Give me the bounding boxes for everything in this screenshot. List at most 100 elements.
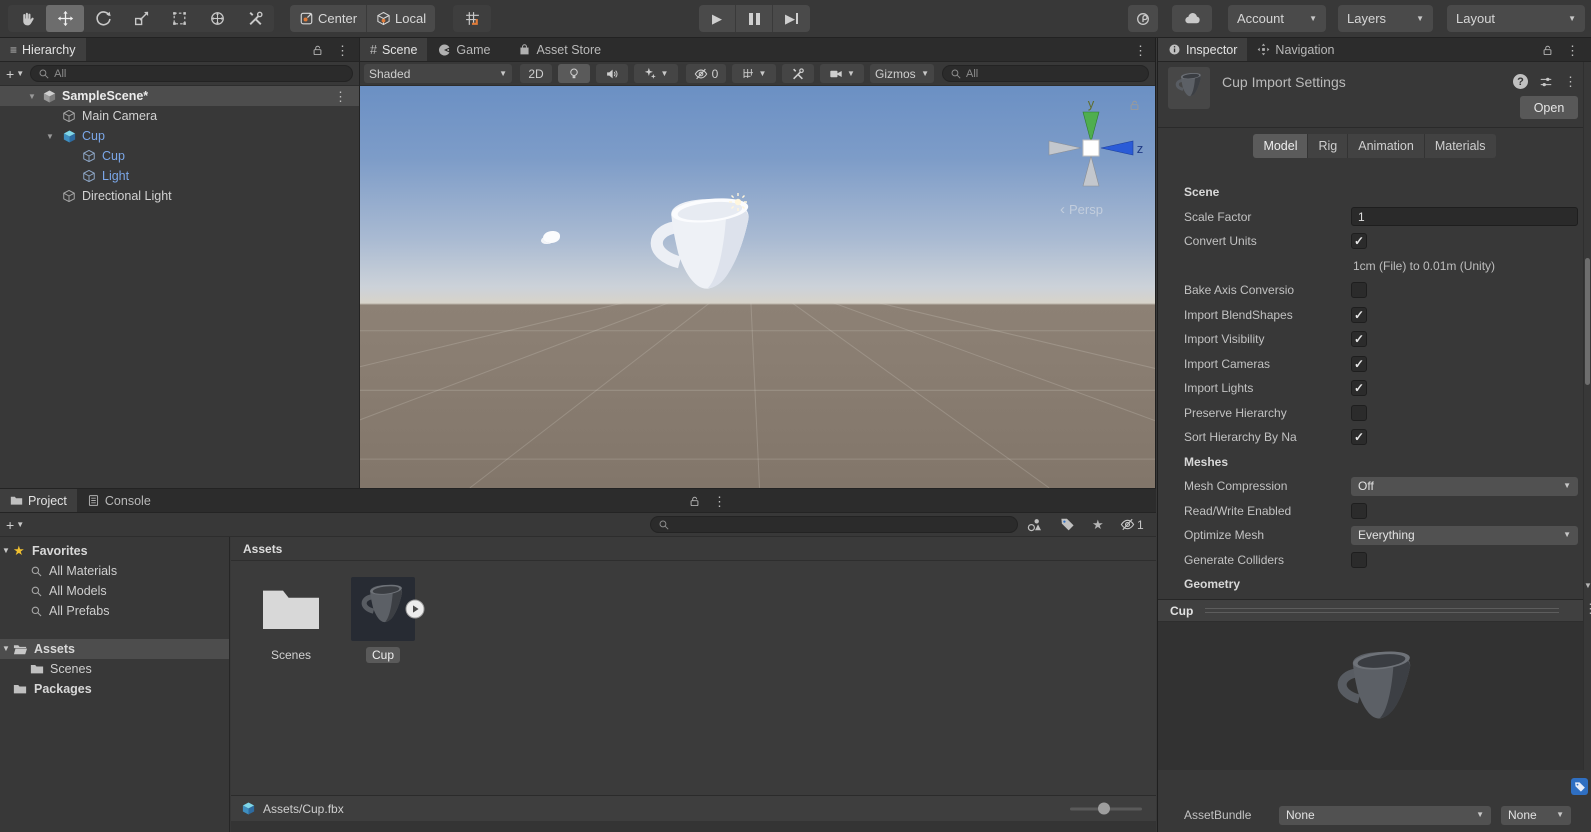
tree-item-favorites[interactable]: ▼ ★ Favorites	[0, 541, 229, 561]
shading-mode-dropdown[interactable]: Shaded ▼	[364, 64, 512, 83]
gizmos-dropdown[interactable]: Gizmos ▼	[870, 64, 934, 83]
drag-handle[interactable]	[1205, 608, 1559, 613]
project-search-input[interactable]	[674, 518, 1010, 531]
foldout-arrow-icon[interactable]: ▼	[28, 92, 36, 101]
filter-by-label-icon[interactable]	[1060, 517, 1075, 532]
x-axis-cone[interactable]	[1048, 140, 1082, 156]
pivot-toggle-button[interactable]: Center	[290, 5, 367, 32]
hierarchy-item-directional-light[interactable]: Directional Light	[0, 186, 359, 206]
chevron-down-icon[interactable]: ▼	[1584, 582, 1591, 590]
favorites-filter-icon[interactable]: ★	[1092, 517, 1104, 533]
lock-icon[interactable]	[1541, 44, 1554, 57]
move-tool-button[interactable]	[46, 5, 84, 32]
tree-item-all-models[interactable]: All Models	[0, 581, 229, 601]
kebab-menu-icon[interactable]: ⋮	[334, 90, 347, 103]
filter-by-type-icon[interactable]	[1026, 517, 1042, 533]
slider-knob[interactable]	[1098, 802, 1110, 815]
presets-icon[interactable]	[1539, 75, 1553, 89]
expand-asset-icon[interactable]	[405, 599, 425, 619]
tree-item-packages[interactable]: Packages	[0, 679, 229, 699]
tree-item-all-materials[interactable]: All Materials	[0, 561, 229, 581]
setting-checkbox[interactable]	[1351, 282, 1367, 299]
rect-tool-button[interactable]	[160, 5, 198, 32]
inspector-scrollbar[interactable]: ▼ ⋮	[1583, 62, 1591, 770]
setting-checkbox[interactable]: ✓	[1351, 306, 1367, 323]
lock-icon[interactable]	[1128, 99, 1141, 112]
light-gizmo-icon[interactable]	[728, 192, 748, 212]
2d-toggle-button[interactable]: 2D	[520, 64, 552, 83]
kebab-menu-icon[interactable]: ⋮	[1584, 602, 1591, 615]
hierarchy-item-scene[interactable]: ▼ SampleScene* ⋮	[0, 86, 359, 106]
setting-checkbox[interactable]: ✓	[1351, 331, 1367, 348]
tree-item-assets[interactable]: ▼ Assets	[0, 639, 229, 659]
hierarchy-search[interactable]	[30, 65, 353, 82]
lock-icon[interactable]	[311, 44, 324, 57]
help-icon[interactable]: ?	[1513, 74, 1528, 89]
asset-labels-icon[interactable]	[1571, 778, 1588, 795]
create-asset-button[interactable]: + ▼	[6, 517, 24, 533]
account-dropdown[interactable]: Account ▼	[1228, 5, 1326, 32]
tab-inspector[interactable]: Inspector	[1158, 38, 1248, 61]
assetbundle-variant-dropdown[interactable]: None ▼	[1501, 805, 1571, 825]
scene-audio-toggle[interactable]	[596, 64, 628, 83]
project-visibility-toggle[interactable]: 1	[1120, 517, 1144, 532]
transform-tool-button[interactable]	[198, 5, 236, 32]
step-button[interactable]: ▶	[773, 5, 810, 32]
setting-checkbox[interactable]: ✓	[1351, 233, 1367, 250]
scene-search-input[interactable]	[966, 67, 1141, 80]
open-button[interactable]: Open	[1520, 96, 1578, 119]
grid-snap-button[interactable]	[453, 5, 491, 32]
effects-dropdown[interactable]: ▼	[634, 64, 678, 83]
foldout-arrow-icon[interactable]: ▼	[46, 132, 54, 141]
asset-item-cup[interactable]: Cup	[337, 577, 429, 663]
kebab-menu-icon[interactable]: ⋮	[713, 495, 726, 508]
tab-rig[interactable]: Rig	[1308, 134, 1349, 158]
scene-search[interactable]	[942, 65, 1149, 82]
tab-materials[interactable]: Materials	[1424, 134, 1496, 158]
kebab-menu-icon[interactable]: ⋮	[1564, 75, 1577, 88]
tab-asset-store[interactable]: Asset Store	[508, 38, 611, 61]
setting-checkbox[interactable]: ✓	[1351, 429, 1367, 446]
assetbundle-dropdown[interactable]: None ▼	[1279, 805, 1491, 825]
asset-item-scenes[interactable]: Scenes	[245, 577, 337, 663]
tab-navigation[interactable]: Navigation	[1247, 38, 1344, 61]
setting-checkbox[interactable]	[1351, 551, 1367, 568]
setting-checkbox[interactable]: ✓	[1351, 355, 1367, 372]
add-object-button[interactable]: + ▼	[6, 66, 24, 82]
setting-dropdown[interactable]: Off ▼	[1351, 476, 1578, 496]
kebab-menu-icon[interactable]: ⋮	[336, 44, 349, 57]
tab-scene[interactable]: # Scene	[360, 38, 428, 61]
component-tools-button[interactable]	[782, 64, 814, 83]
setting-input[interactable]	[1351, 207, 1578, 227]
scene-visibility-toggle[interactable]: 0	[686, 64, 726, 83]
setting-checkbox[interactable]	[1351, 502, 1367, 519]
z-axis-cone[interactable]	[1100, 140, 1134, 156]
pause-button[interactable]	[736, 5, 773, 32]
y-axis-cone[interactable]	[1082, 111, 1100, 144]
hand-tool-button[interactable]	[8, 5, 46, 32]
scene-lighting-toggle[interactable]	[558, 64, 590, 83]
tab-hierarchy[interactable]: ≡ Hierarchy	[0, 38, 86, 61]
scene-viewport[interactable]: ‹ Persp y z	[360, 86, 1155, 488]
scrollbar-thumb[interactable]	[1585, 258, 1590, 385]
neg-y-axis-cone[interactable]	[1082, 154, 1100, 187]
tab-animation[interactable]: Animation	[1348, 134, 1425, 158]
version-control-button[interactable]	[1128, 5, 1158, 32]
cup-object[interactable]	[635, 186, 770, 328]
hierarchy-item-cup-prefab[interactable]: ▼ Cup	[0, 126, 359, 146]
play-button[interactable]: ▶	[699, 5, 736, 32]
setting-checkbox[interactable]	[1351, 404, 1367, 421]
rotate-tool-button[interactable]	[84, 5, 122, 32]
gizmo-center-cube[interactable]	[1082, 139, 1100, 157]
tab-model[interactable]: Model	[1253, 134, 1309, 158]
tab-project[interactable]: Project	[0, 489, 77, 512]
preview-header[interactable]: Cup	[1158, 599, 1583, 622]
preview-area[interactable]	[1158, 622, 1583, 770]
thumbnail-size-slider[interactable]	[1070, 802, 1142, 815]
setting-dropdown[interactable]: Everything ▼	[1351, 525, 1578, 545]
layers-dropdown[interactable]: Layers ▼	[1338, 5, 1433, 32]
setting-checkbox[interactable]: ✓	[1351, 380, 1367, 397]
lock-icon[interactable]	[688, 495, 701, 508]
cloud-services-button[interactable]	[1172, 5, 1212, 32]
layout-dropdown[interactable]: Layout ▼	[1447, 5, 1585, 32]
